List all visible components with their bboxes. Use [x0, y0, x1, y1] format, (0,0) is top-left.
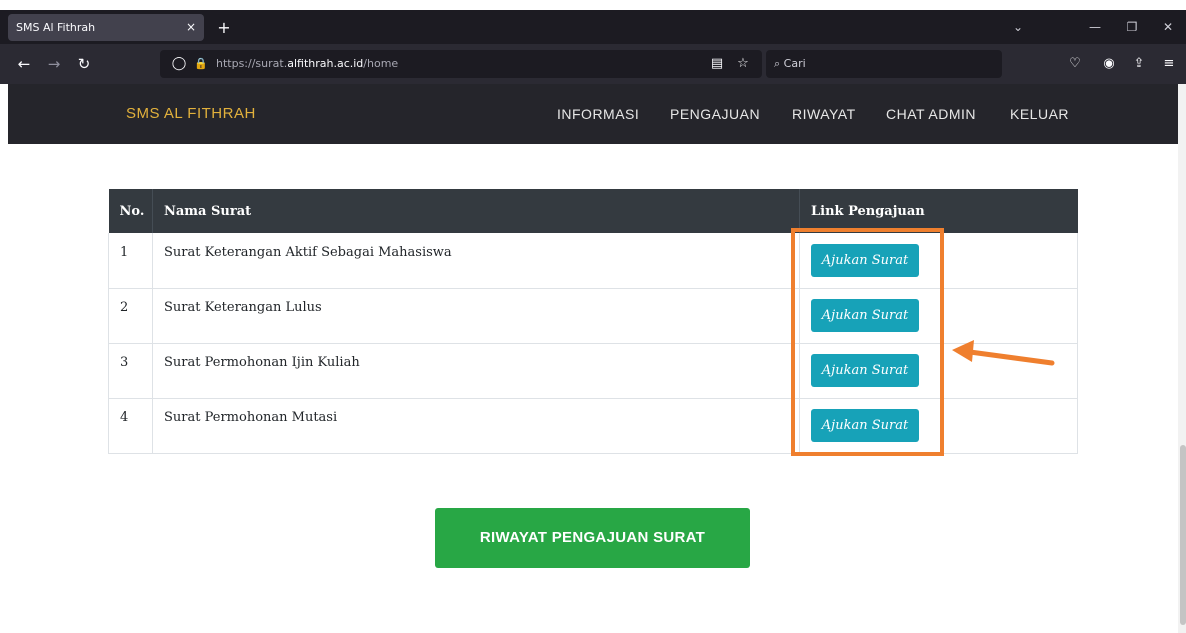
ajukan-surat-button[interactable]: Ajukan Surat	[811, 354, 919, 387]
action-cell: Ajukan Surat	[799, 233, 1078, 288]
ajukan-surat-button[interactable]: Ajukan Surat	[811, 409, 919, 442]
letter-name: Surat Permohonan Mutasi	[152, 398, 800, 453]
letter-name-text: Surat Keterangan Aktif Sebagai Mahasiswa	[164, 244, 452, 260]
letter-name: Surat Permohonan Ijin Kuliah	[152, 343, 800, 398]
restore-icon[interactable]: ❐	[1120, 16, 1144, 38]
annotation-arrow-icon	[952, 340, 1055, 366]
tracking-shield-icon[interactable]: ◯	[168, 52, 190, 76]
lock-icon[interactable]: 🔒	[190, 52, 212, 76]
forward-icon[interactable]: →	[42, 52, 66, 76]
reload-icon[interactable]: ↻	[72, 52, 96, 76]
search-input[interactable]: ⌕ Cari	[766, 50, 1002, 78]
table-header-row: No. Nama Surat Link Pengajuan	[108, 189, 1078, 233]
table-row: 3 Surat Permohonan Ijin Kuliah Ajukan Su…	[108, 343, 1078, 398]
nav-riwayat[interactable]: RIWAYAT	[792, 84, 856, 144]
table-row: 4 Surat Permohonan Mutasi Ajukan Surat	[108, 398, 1078, 453]
letter-name: Surat Keterangan Lulus	[152, 288, 800, 343]
nav-informasi[interactable]: INFORMASI	[557, 84, 639, 144]
minimize-icon[interactable]: —	[1083, 16, 1107, 38]
annotation-arrow-head	[952, 340, 974, 362]
letter-name-text: Surat Keterangan Lulus	[164, 300, 322, 315]
row-number-text: 3	[120, 355, 129, 370]
table-body: 1 Surat Keterangan Aktif Sebagai Mahasis…	[108, 233, 1078, 453]
reader-view-icon[interactable]: ▤	[706, 52, 728, 76]
url-prefix: https://surat.	[216, 57, 288, 70]
app-menu-icon[interactable]: ≡	[1158, 52, 1180, 76]
site-brand[interactable]: SMS AL FITHRAH	[126, 84, 256, 144]
url-bar[interactable]: ◯ 🔒 https://surat.alfithrah.ac.id/home ▤…	[160, 50, 762, 78]
url-text[interactable]: https://surat.alfithrah.ac.id/home	[216, 50, 398, 78]
header-nama-surat: Nama Surat	[152, 189, 800, 233]
ajukan-surat-button[interactable]: Ajukan Surat	[811, 243, 919, 277]
browser-tab-bar: SMS Al Fithrah × + ⌄ — ❐ ✕	[0, 10, 1186, 44]
row-number: 1	[108, 233, 153, 288]
site-header: SMS AL FITHRAH INFORMASI PENGAJUAN RIWAY…	[8, 84, 1178, 144]
account-icon[interactable]: ◉	[1098, 52, 1120, 76]
share-icon[interactable]: ⇪	[1128, 52, 1150, 76]
row-number: 2	[108, 288, 153, 343]
letter-name: Surat Keterangan Aktif Sebagai Mahasiswa	[152, 233, 800, 288]
riwayat-pengajuan-surat-button[interactable]: RIWAYAT PENGAJUAN SURAT	[435, 508, 750, 568]
letter-name-text: Surat Permohonan Mutasi	[164, 410, 338, 425]
header-no: No.	[108, 189, 153, 233]
letters-table: No. Nama Surat Link Pengajuan 1 Surat Ke…	[108, 189, 1078, 454]
tab-title: SMS Al Fithrah	[16, 21, 96, 34]
tab-close-icon[interactable]: ×	[186, 14, 196, 41]
row-number: 3	[108, 343, 153, 398]
page-scrollbar-thumb[interactable]	[1180, 445, 1186, 625]
ajukan-surat-button[interactable]: Ajukan Surat	[811, 299, 919, 332]
row-number-text: 4	[120, 410, 129, 425]
header-link-pengajuan: Link Pengajuan	[811, 203, 925, 219]
table-row: 2 Surat Keterangan Lulus Ajukan Surat	[108, 288, 1078, 343]
row-number-text: 2	[120, 300, 129, 315]
action-cell: Ajukan Surat	[799, 398, 1078, 453]
row-number-text: 1	[120, 244, 129, 260]
browser-nav-bar: ← → ↻ ◯ 🔒 https://surat.alfithrah.ac.id/…	[0, 44, 1186, 84]
nav-keluar[interactable]: KELUAR	[1010, 84, 1069, 144]
row-number: 4	[108, 398, 153, 453]
nav-pengajuan[interactable]: PENGAJUAN	[670, 84, 760, 144]
pocket-icon[interactable]: ♡	[1064, 52, 1086, 76]
nav-chat-admin[interactable]: CHAT ADMIN	[886, 84, 976, 144]
tabs-list-icon[interactable]: ⌄	[1006, 16, 1030, 38]
bookmark-star-icon[interactable]: ☆	[732, 52, 754, 76]
new-tab-icon[interactable]: +	[212, 14, 236, 41]
search-placeholder: Cari	[783, 57, 806, 70]
search-icon: ⌕	[774, 57, 781, 70]
back-icon[interactable]: ←	[12, 52, 36, 76]
letter-name-text: Surat Permohonan Ijin Kuliah	[164, 355, 360, 370]
table-row: 1 Surat Keterangan Aktif Sebagai Mahasis…	[108, 233, 1078, 288]
window-close-icon[interactable]: ✕	[1156, 16, 1180, 38]
browser-tab[interactable]: SMS Al Fithrah ×	[8, 14, 204, 41]
annotation-arrow-shaft	[967, 349, 1055, 366]
action-cell: Ajukan Surat	[799, 288, 1078, 343]
url-domain: alfithrah.ac.id	[287, 57, 364, 70]
letters-table-wrapper: No. Nama Surat Link Pengajuan 1 Surat Ke…	[108, 189, 1078, 454]
url-path: /home	[363, 57, 399, 70]
table-header: No. Nama Surat Link Pengajuan	[108, 189, 1078, 233]
